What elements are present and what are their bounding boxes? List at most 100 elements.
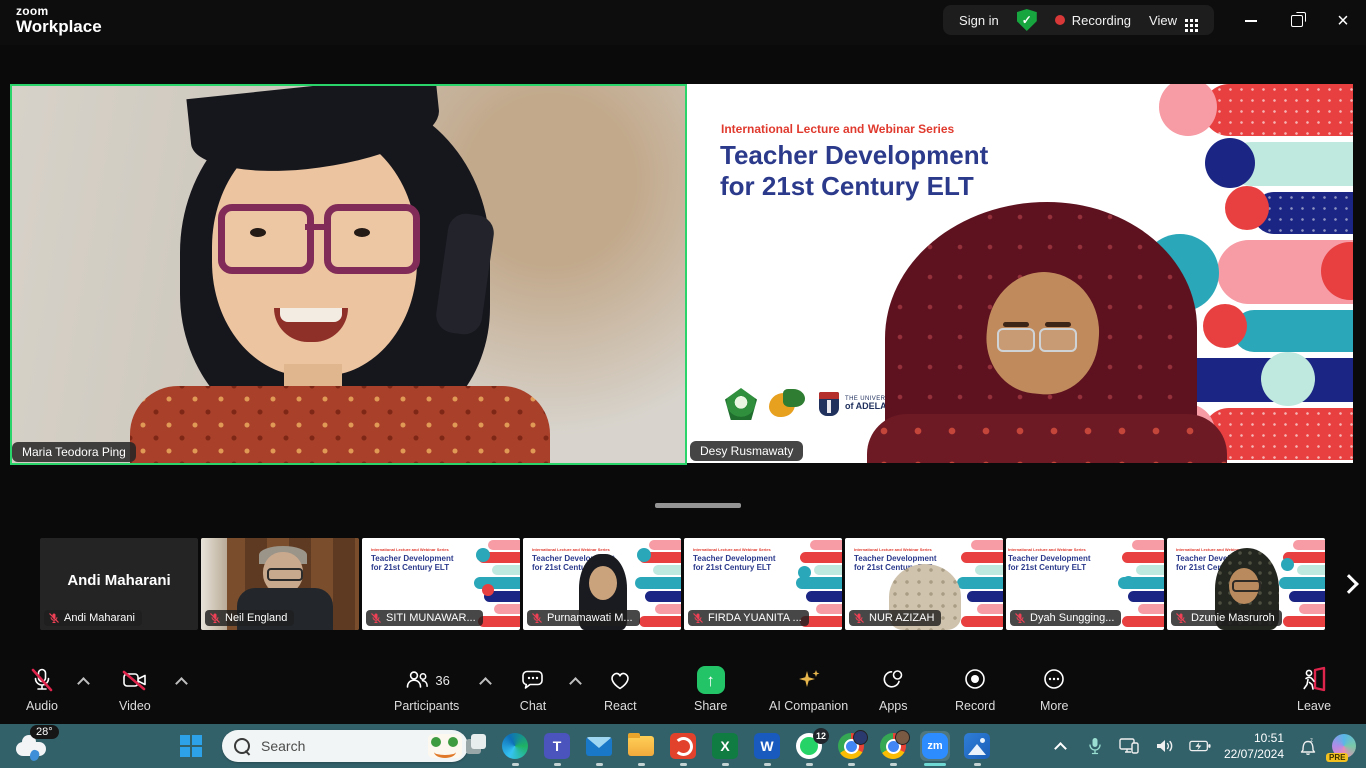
chat-button[interactable]: Chat [519,666,547,713]
word-button[interactable]: W [752,731,782,761]
participant-tag: NUR AZIZAH [849,610,941,626]
muted-mic-icon [531,612,543,624]
tray-battery-button[interactable] [1189,734,1211,758]
chevron-right-icon [1339,574,1359,594]
copilot-pre-badge: PRE [1326,753,1348,762]
chrome-profile2-button[interactable] [878,731,908,761]
task-view-button[interactable] [458,731,488,761]
participant-tag: Dyah Sungging... [1010,610,1121,626]
whatsapp-button[interactable]: 12 [794,731,824,761]
video-tile-desy[interactable]: International Lecture and Webinar Series… [687,84,1353,463]
react-button[interactable]: React [604,666,637,713]
filmstrip-tile-siti[interactable]: International Lecture and Webinar Series… [362,538,520,630]
chrome-icon [838,733,864,759]
speaker-eye [250,228,266,237]
grid-view-icon [1185,19,1188,22]
copilot-button[interactable]: PRE [1332,734,1356,758]
file-explorer-button[interactable] [626,731,656,761]
weather-widget[interactable]: 28° [14,726,62,766]
video-options-caret[interactable] [177,676,186,685]
muted-mic-icon [1175,612,1187,624]
zoom-app-button[interactable]: zm [920,731,950,761]
ai-companion-button[interactable]: AI Companion [769,666,848,713]
slide-series-label: International Lecture and Webinar Series [721,122,954,136]
taskbar-clock[interactable]: 10:51 22/07/2024 [1224,730,1284,762]
record-button[interactable]: Record [955,666,995,713]
muted-mic-icon [48,612,60,624]
slide-logos: THE UNIVERSITY of ADELAIDE [725,388,902,420]
pdf-app-button[interactable] [668,731,698,761]
video-button[interactable]: Video [119,666,151,713]
name-tag-desy: Desy Rusmawaty [690,441,803,461]
speaker-glasses-right [1039,328,1077,352]
video-label: Video [119,699,151,713]
notification-bell-button[interactable]: z [1297,734,1319,758]
filmstrip-tile-purnamawati[interactable]: International Lecture and Webinar Series… [523,538,681,630]
more-button[interactable]: More [1040,666,1068,713]
name-tag-maria: Maria Teodora Ping [12,442,136,462]
chat-options-caret[interactable] [571,676,580,685]
view-button[interactable]: View [1149,13,1198,28]
participant-name: FIRDA YUANITA ... [708,612,802,624]
minimize-icon [1245,20,1257,22]
video-tile-maria[interactable] [10,84,687,465]
show-hidden-icons-button[interactable] [1049,734,1071,758]
folder-icon [628,736,654,756]
university-green-logo [725,388,757,420]
record-icon [961,666,989,694]
security-shield-icon[interactable]: ✓ [1017,9,1037,31]
edge-browser-button[interactable] [500,731,530,761]
tray-volume-button[interactable] [1154,734,1176,758]
tray-display-button[interactable] [1119,734,1141,758]
apps-button[interactable]: Apps [879,666,908,713]
chevron-up-icon [1055,741,1065,751]
record-label: Record [955,699,995,713]
filmstrip-tile-neil[interactable]: Neil England [201,538,359,630]
audio-button[interactable]: Audio [26,666,58,713]
filmstrip-tile-nur[interactable]: International Lecture and Webinar Series… [845,538,1003,630]
task-view-icon [466,739,481,754]
teams-button[interactable]: T [542,731,572,761]
speaker-batik-top [130,386,550,465]
minimize-button[interactable] [1228,0,1274,42]
filmstrip-tile-dzunie[interactable]: International Lecture and Webinar Series… [1167,538,1325,630]
filmstrip-tile-firda[interactable]: International Lecture and Webinar Series… [684,538,842,630]
whatsapp-icon: 12 [796,733,822,759]
taskbar-search[interactable] [222,730,468,762]
teams-icon: T [544,733,570,759]
participant-name: Andi Maharani [64,612,135,624]
filmstrip-next-button[interactable] [1336,568,1362,600]
chat-label: Chat [520,699,546,713]
close-button[interactable]: × [1320,0,1366,42]
chrome-profile1-button[interactable] [836,731,866,761]
leave-button[interactable]: Leave [1297,666,1331,713]
mail-button[interactable] [584,731,614,761]
participant-name: Neil England [225,612,287,624]
participants-options-caret[interactable] [481,676,490,685]
share-button[interactable]: ↑ Share [694,666,727,713]
search-input[interactable] [259,737,393,755]
participant-name: Maria Teodora Ping [22,445,126,459]
filmstrip-tile-andi[interactable]: Andi Maharani Andi Maharani [40,538,198,630]
center-display-name: Andi Maharani [40,572,198,589]
filmstrip-tile-dyah[interactable]: International Lecture and Webinar Series… [1006,538,1164,630]
tray-mic-button[interactable] [1084,734,1106,758]
muted-mic-icon [1014,612,1026,624]
search-icon [234,738,250,754]
slide-title: Teacher Development for 21st Century ELT [720,140,988,202]
sign-in-button[interactable]: Sign in [959,13,999,28]
participants-button[interactable]: 36 Participants [394,666,459,713]
maximize-restore-button[interactable] [1274,0,1320,42]
audio-options-caret[interactable] [79,676,88,685]
speaker-glasses-left [218,204,314,274]
speaker-icon [1155,737,1175,755]
leave-label: Leave [1297,699,1331,713]
temperature-badge: 28° [30,725,59,739]
start-button[interactable] [180,735,202,757]
battery-charging-icon [1189,738,1211,754]
excel-button[interactable]: X [710,731,740,761]
filmstrip-drag-handle[interactable] [655,503,741,508]
speaker-eye [354,228,370,237]
more-label: More [1040,699,1068,713]
photos-button[interactable] [962,731,992,761]
